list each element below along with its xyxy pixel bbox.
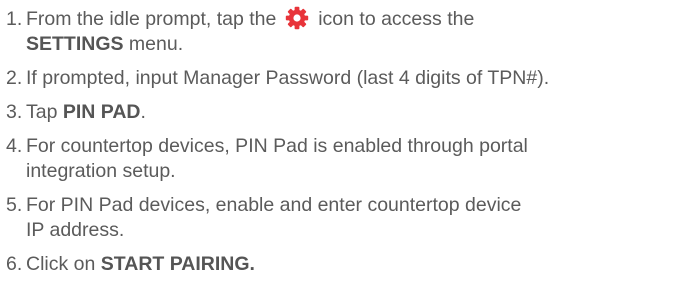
start-pairing-keyword: START PAIRING.: [100, 253, 255, 275]
step-1: 1. From the idle prompt, tap the icon to …: [6, 6, 689, 57]
step-text: Tap: [26, 101, 63, 123]
step-text: From the idle prompt, tap the: [26, 8, 282, 30]
step-number: 6.: [6, 253, 23, 275]
step-text: Click on: [26, 253, 101, 275]
step-4: 4. For countertop devices, PIN Pad is ena…: [6, 134, 689, 184]
pin-pad-keyword: PIN PAD: [62, 101, 141, 123]
step-number: 1.: [6, 8, 23, 30]
step-number: 4.: [6, 135, 23, 157]
step-6: 6. Click on START PAIRING.: [6, 252, 689, 277]
step-3: 3. Tap PIN PAD.: [6, 100, 689, 125]
step-number: 3.: [6, 101, 23, 123]
step-text: For countertop devices, PIN Pad is enabl…: [26, 135, 528, 157]
step-text: If prompted, input Manager Password (las…: [26, 67, 550, 89]
step-text: For PIN Pad devices, enable and enter co…: [26, 194, 522, 216]
step-text: IP address.: [26, 219, 125, 241]
step-5: 5. For PIN Pad devices, enable and enter …: [6, 193, 689, 243]
settings-gear-icon: [285, 6, 309, 30]
instruction-list: 1. From the idle prompt, tap the icon to …: [0, 0, 689, 277]
step-text: integration setup.: [26, 160, 176, 182]
step-number: 2.: [6, 67, 23, 89]
step-text: icon to access the: [312, 8, 475, 30]
settings-keyword: SETTINGS: [26, 33, 124, 55]
step-number: 5.: [6, 194, 23, 216]
step-2: 2. If prompted, input Manager Password (l…: [6, 66, 689, 91]
step-text: menu.: [123, 33, 184, 55]
step-text: .: [140, 101, 146, 123]
